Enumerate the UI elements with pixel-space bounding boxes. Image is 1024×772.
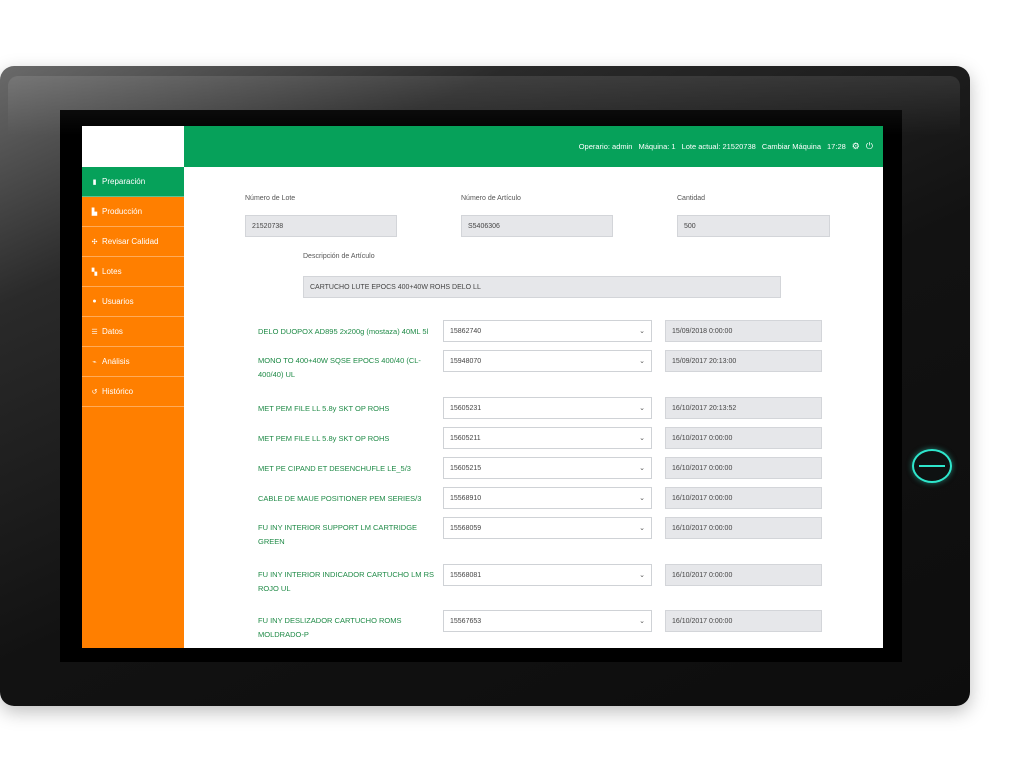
component-lot-select[interactable]: 15568059 ⌄ [443, 517, 652, 539]
chevron-down-icon: ⌄ [639, 405, 645, 412]
chevron-down-icon: ⌄ [639, 572, 645, 579]
quantity-field[interactable]: 500 [677, 215, 830, 237]
component-date-field: 16/10/2017 0:00:00 [665, 457, 822, 479]
sidebar-item-label: Lotes [102, 267, 122, 276]
sidebar-item-analisis[interactable]: ⌁ Análisis [82, 347, 184, 377]
component-lot-value: 15605215 [450, 464, 482, 472]
component-lot-select[interactable]: 15605215 ⌄ [443, 457, 652, 479]
article-number-label: Número de Artículo [461, 195, 521, 202]
component-date-field: 16/10/2017 0:00:00 [665, 564, 822, 586]
chevron-down-icon: ⌄ [639, 358, 645, 365]
sidebar: ▮ Preparación ▙ Producción ✣ Revisar Cal… [82, 126, 184, 648]
component-lot-select[interactable]: 15948070 ⌄ [443, 350, 652, 372]
component-lot-value: 15605231 [450, 404, 482, 412]
history-icon: ↺ [91, 388, 98, 396]
component-date-field: 16/10/2017 0:00:00 [665, 487, 822, 509]
main-content: Número de Lote 21520738 Número de Artícu… [184, 167, 883, 648]
component-lot-value: 15948070 [450, 357, 482, 365]
sidebar-item-label: Preparación [102, 177, 146, 186]
component-name: FU INY DESLIZADOR CARTUCHO ROMS MOLDRADO… [258, 616, 402, 639]
sidebar-item-preparacion[interactable]: ▮ Preparación [82, 167, 184, 197]
component-date-field: 16/10/2017 0:00:00 [665, 517, 822, 539]
component-name: FU INY INTERIOR INDICADOR CARTUCHO LM RS… [258, 570, 434, 593]
component-lot-select[interactable]: 15862740 ⌄ [443, 320, 652, 342]
quantity-label: Cantidad [677, 195, 706, 202]
description-label: Descripción de Artículo [303, 253, 375, 260]
factory-icon: ▙ [91, 208, 98, 216]
chart-icon: ⌁ [92, 358, 97, 366]
quality-icon: ✣ [91, 238, 98, 246]
chevron-down-icon: ⌄ [639, 465, 645, 472]
top-bar: Operario: admin Máquina: 1 Lote actual: … [184, 126, 883, 167]
component-lot-value: 15568910 [450, 494, 482, 502]
chevron-down-icon: ⌄ [639, 525, 645, 532]
sidebar-item-label: Histórico [102, 387, 134, 396]
component-date-field: 15/09/2017 20:13:00 [665, 350, 822, 372]
logo-area [82, 126, 184, 167]
component-lot-select[interactable]: 15567653 ⌄ [443, 610, 652, 632]
component-name: FU INY INTERIOR SUPPORT LM CARTRIDGE GRE… [258, 523, 418, 546]
user-icon: ● [92, 298, 97, 305]
clock-text: 17:28 [827, 142, 846, 151]
machine-text: Máquina: 1 [638, 142, 676, 151]
list-icon: ☰ [91, 328, 98, 336]
logout-icon[interactable]: ⏻ [866, 141, 873, 152]
sidebar-item-label: Análisis [102, 357, 130, 366]
sidebar-item-produccion[interactable]: ▙ Producción [82, 197, 184, 227]
operator-text: Operario: admin [578, 142, 633, 151]
component-date-field: 16/10/2017 0:00:00 [665, 610, 822, 632]
current-batch-text: Lote actual: 21520738 [681, 142, 756, 151]
boxes-icon: ▚ [91, 268, 98, 276]
sidebar-item-usuarios[interactable]: ● Usuarios [82, 287, 184, 317]
component-lot-value: 15568081 [450, 571, 482, 579]
settings-icon[interactable]: ⚙ [852, 141, 860, 152]
component-lot-value: 15605211 [450, 434, 481, 442]
component-lot-select[interactable]: 15568081 ⌄ [443, 564, 652, 586]
power-button-icon[interactable] [912, 449, 952, 483]
app-screen: ▮ Preparación ▙ Producción ✣ Revisar Cal… [82, 126, 883, 648]
article-number-field[interactable]: S5406306 [461, 215, 613, 237]
sidebar-item-label: Producción [102, 207, 143, 216]
sidebar-item-historico[interactable]: ↺ Histórico [82, 377, 184, 407]
sidebar-item-lotes[interactable]: ▚ Lotes [82, 257, 184, 287]
component-name: DELO DUOPOX AD895 2x200g (mostaza) 40ML … [258, 327, 429, 336]
change-machine-link[interactable]: Cambiar Máquina [762, 142, 821, 151]
chevron-down-icon: ⌄ [639, 618, 645, 625]
component-lot-value: 15862740 [450, 327, 482, 335]
sidebar-item-label: Usuarios [102, 297, 134, 306]
clipboard-icon: ▮ [92, 178, 97, 186]
chevron-down-icon: ⌄ [639, 328, 645, 335]
component-name: MET PE CIPAND ET DESENCHUFLE LE_5/3 [258, 464, 411, 473]
component-name: MET PEM FILE LL 5.8y SKT OP ROHS [258, 404, 390, 413]
component-name: MONO TO 400+40W SQSE EPOCS 400/40 (CL-40… [258, 356, 421, 379]
component-lot-select[interactable]: 15605211 ⌄ [443, 427, 652, 449]
description-field[interactable]: CARTUCHO LUTE EPOCS 400+40W ROHS DELO LL [303, 276, 781, 298]
component-lot-value: 15568059 [450, 524, 482, 532]
chevron-down-icon: ⌄ [639, 495, 645, 502]
component-name: CABLE DE MAUE POSITIONER PEM SERIES/3 [258, 494, 422, 503]
chevron-down-icon: ⌄ [639, 435, 645, 442]
component-lot-select[interactable]: 15605231 ⌄ [443, 397, 652, 419]
component-date-field: 16/10/2017 0:00:00 [665, 427, 822, 449]
component-name: MET PEM FILE LL 5.8y SKT OP ROHS [258, 434, 390, 443]
lot-number-field[interactable]: 21520738 [245, 215, 397, 237]
sidebar-item-datos[interactable]: ☰ Datos [82, 317, 184, 347]
component-lot-select[interactable]: 15568910 ⌄ [443, 487, 652, 509]
component-lot-value: 15567653 [450, 617, 482, 625]
component-date-field: 15/09/2018 0:00:00 [665, 320, 822, 342]
lot-number-label: Número de Lote [245, 195, 296, 202]
sidebar-item-label: Revisar Calidad [102, 237, 159, 246]
sidebar-item-revisar-calidad[interactable]: ✣ Revisar Calidad [82, 227, 184, 257]
component-date-field: 16/10/2017 20:13:52 [665, 397, 822, 419]
sidebar-item-label: Datos [102, 327, 123, 336]
